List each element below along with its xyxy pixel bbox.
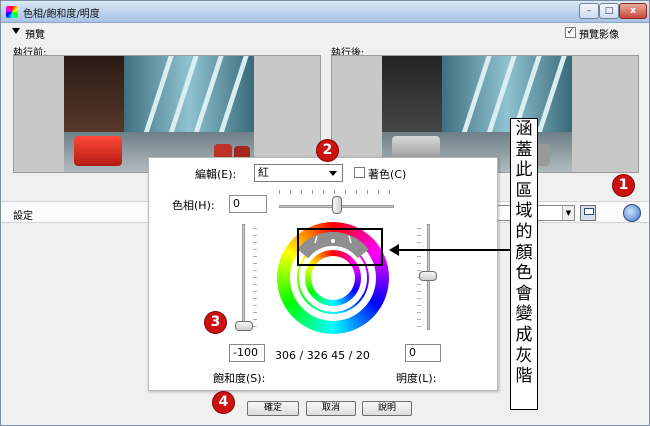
- callout-char: 涵: [515, 119, 533, 139]
- close-button[interactable]: x: [619, 3, 647, 19]
- callout-char: 的: [515, 221, 533, 242]
- saturation-input[interactable]: -100: [229, 344, 265, 362]
- window-title: 色相/飽和度/明度: [23, 9, 100, 20]
- hue-slider-thumb[interactable]: [332, 196, 342, 214]
- step-badge-3: 3: [204, 311, 227, 334]
- hue-input[interactable]: 0: [229, 195, 267, 213]
- edit-channel-value: 紅: [258, 166, 269, 179]
- dropdown-arrow-icon: [329, 171, 337, 176]
- lightness-slider-thumb[interactable]: [419, 271, 437, 281]
- callout-arrow-line: [396, 249, 510, 251]
- saturation-slider-ticks: [253, 228, 257, 330]
- saturation-label: 飽和度(S):: [213, 372, 266, 385]
- callout-char: 顏: [515, 242, 533, 263]
- callout-char: 色: [515, 263, 533, 284]
- preview-section-label[interactable]: 預覽: [25, 26, 45, 41]
- hue-slider-ticks: [279, 190, 394, 194]
- preview-image-checkbox[interactable]: ✓: [565, 27, 576, 38]
- minimize-button[interactable]: –: [579, 3, 599, 19]
- after-photo: [382, 56, 572, 172]
- callout-char: 階: [515, 366, 533, 387]
- saturation-slider-thumb[interactable]: [235, 321, 253, 331]
- hue-label: 色相(H):: [172, 199, 215, 212]
- settings-label: 設定: [13, 211, 33, 222]
- dropdown-arrow-icon: ▼: [562, 206, 574, 220]
- callout-char: 變: [515, 304, 533, 325]
- before-preview: [13, 55, 321, 173]
- lightness-input[interactable]: 0: [405, 344, 441, 362]
- editor-panel-zoom: 編輯(E): 紅 著色(C) 色相(H): 0 -100 306 / 326 4…: [148, 157, 498, 391]
- maximize-button[interactable]: □: [599, 3, 619, 19]
- callout-char: 區: [515, 180, 533, 201]
- before-photo: [64, 56, 254, 172]
- colorize-label: 著色(C): [368, 168, 407, 181]
- ok-button[interactable]: 確定: [247, 401, 299, 416]
- edit-channel-select[interactable]: 紅: [254, 164, 343, 182]
- callout-char: 蓋: [515, 139, 533, 160]
- title-bar: 色相/飽和度/明度 – □ x: [1, 1, 649, 23]
- preview-header: 預覽 ✓ 預覽影像: [1, 25, 649, 41]
- preview-image-label: 預覽影像: [579, 30, 619, 41]
- saturation-slider-track[interactable]: [242, 224, 245, 330]
- app-icon: [6, 6, 18, 18]
- cancel-button[interactable]: 取消: [306, 401, 356, 416]
- edit-label: 編輯(E):: [195, 168, 237, 181]
- callout-char: 此: [515, 160, 533, 181]
- callout-char: 灰: [515, 345, 533, 366]
- callout-char: 域: [515, 201, 533, 222]
- callout-char: 會: [515, 283, 533, 304]
- after-preview: [331, 55, 639, 173]
- step-badge-1: 1: [612, 174, 635, 197]
- gray-range-highlight: [297, 228, 383, 266]
- step-badge-2: 2: [316, 139, 339, 162]
- reset-icon[interactable]: [623, 204, 641, 222]
- range-readout: 306 / 326 45 / 20: [275, 349, 370, 362]
- collapse-triangle-icon[interactable]: [12, 28, 20, 34]
- step-badge-4: 4: [212, 391, 235, 414]
- callout-char: 成: [515, 324, 533, 345]
- callout-arrow-head-icon: [389, 244, 399, 256]
- lightness-label: 明度(L):: [396, 372, 437, 385]
- save-preset-icon[interactable]: [580, 205, 596, 221]
- help-button[interactable]: 說明: [362, 401, 412, 416]
- callout-box: 涵 蓋 此 區 域 的 顏 色 會 變 成 灰 階: [510, 118, 538, 410]
- colorize-checkbox[interactable]: [354, 167, 365, 178]
